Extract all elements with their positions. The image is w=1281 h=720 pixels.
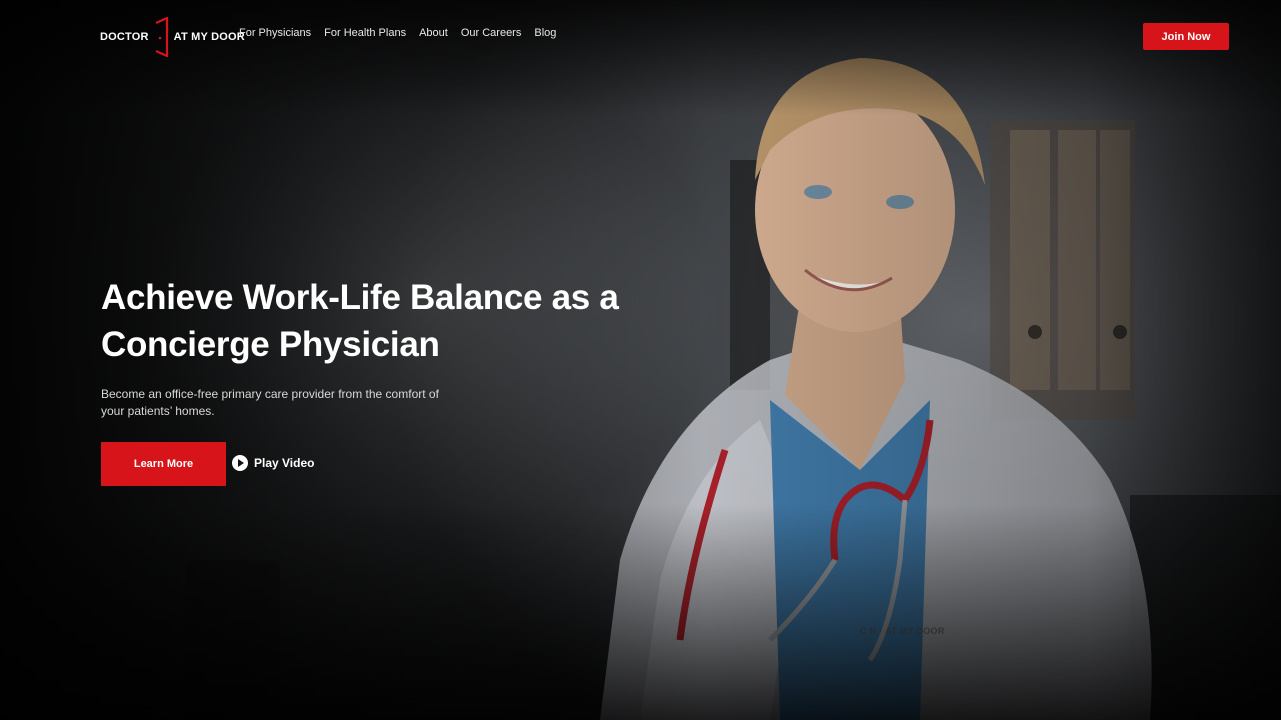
hero-subtext-line-1: Become an office-free primary care provi…: [101, 387, 439, 401]
logo-text-doctor: DOCTOR: [100, 31, 149, 43]
hero-headline-line-1: Achieve Work-Life Balance as a: [101, 278, 619, 317]
nav-item-blog[interactable]: Blog: [534, 27, 556, 39]
site-header: DOCTOR AT MY DOOR For Physicians For Hea…: [0, 0, 1281, 72]
nav-item-about[interactable]: About: [419, 27, 448, 39]
join-now-button[interactable]: Join Now: [1143, 23, 1229, 50]
play-video-button[interactable]: Play Video: [232, 455, 314, 471]
hero-headline-line-2: Concierge Physician: [101, 325, 440, 364]
main-nav: For Physicians For Health Plans About Ou…: [239, 27, 569, 39]
learn-more-button[interactable]: Learn More: [101, 442, 226, 486]
nav-item-for-physicians[interactable]: For Physicians: [239, 27, 311, 39]
hero-headline: Achieve Work-Life Balance as a Concierge…: [101, 274, 661, 368]
play-circle-icon: [232, 455, 248, 471]
play-video-label: Play Video: [254, 456, 315, 470]
hero-subtext-line-2: your patients’ homes.: [101, 404, 215, 418]
hero-subtext: Become an office-free primary care provi…: [101, 386, 481, 420]
site-logo[interactable]: DOCTOR AT MY DOOR: [100, 16, 245, 58]
nav-item-our-careers[interactable]: Our Careers: [461, 27, 522, 39]
coat-embroidered-logo: C R · AT MY DOOR: [860, 626, 945, 636]
door-bracket-icon: [154, 16, 170, 58]
nav-item-for-health-plans[interactable]: For Health Plans: [324, 27, 406, 39]
logo-text-at-my-door: AT MY DOOR: [173, 31, 245, 43]
